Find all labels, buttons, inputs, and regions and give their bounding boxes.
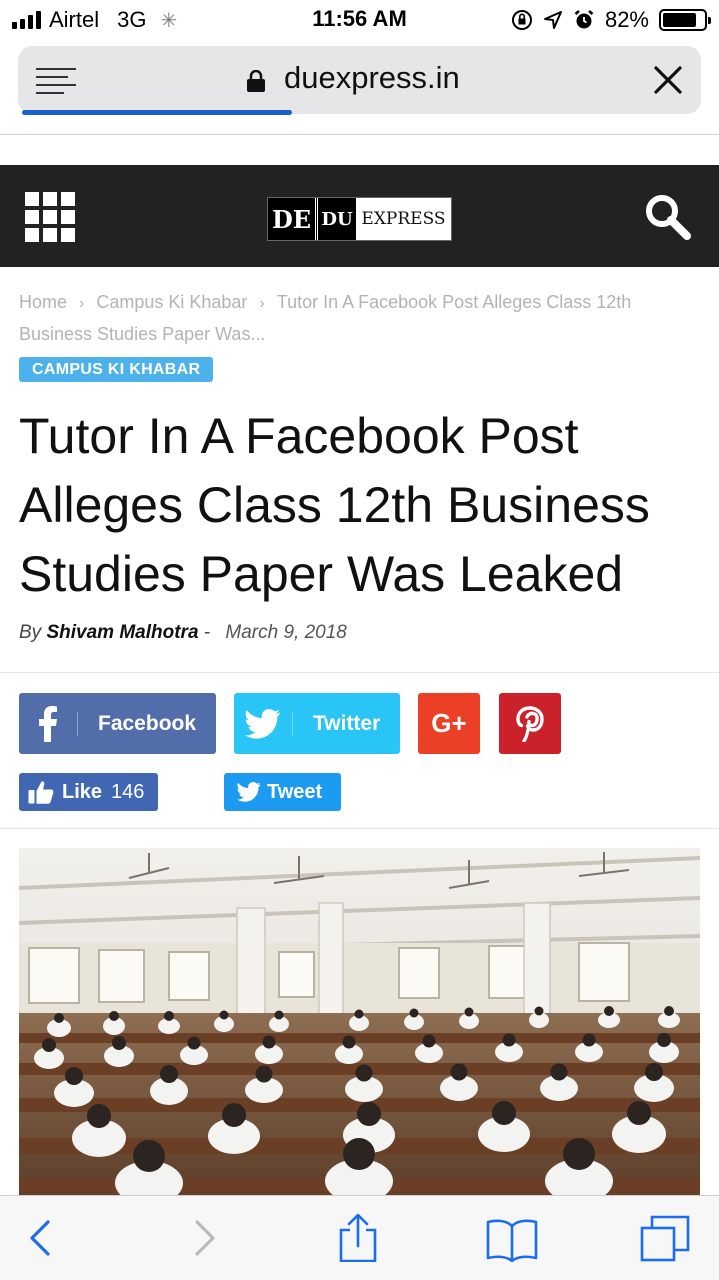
twitter-share-button[interactable]: Twitter <box>234 693 400 754</box>
breadcrumb-home[interactable]: Home <box>19 292 67 312</box>
page-load-progress <box>22 110 697 115</box>
divider <box>0 672 719 673</box>
logo-express: EXPRESS <box>356 198 451 240</box>
url-text[interactable]: duexpress.in <box>284 60 460 96</box>
article-date: March 9, 2018 <box>225 622 347 643</box>
forward-icon[interactable] <box>175 1214 231 1262</box>
tweet-button[interactable]: Tweet <box>224 773 341 811</box>
network-type: 3G <box>117 7 147 32</box>
battery-level <box>663 13 696 27</box>
site-header: DE DU EXPRESS <box>0 165 719 267</box>
breadcrumb-category[interactable]: Campus Ki Khabar <box>96 292 247 312</box>
logo-de: DE <box>268 198 318 240</box>
tabs-icon[interactable] <box>638 1214 694 1262</box>
grid-menu-icon[interactable] <box>25 192 75 242</box>
facebook-like-button[interactable]: Like 146 <box>19 773 158 811</box>
share-icon[interactable] <box>330 1214 386 1262</box>
exam-hall-photo <box>19 848 700 1195</box>
reader-menu-icon[interactable] <box>36 68 76 94</box>
button-separator <box>292 711 293 736</box>
googleplus-share-button[interactable]: G+ <box>418 693 480 754</box>
activity-spinner-icon: ✳ <box>160 9 178 32</box>
breadcrumb-separator: › <box>259 295 265 312</box>
article-byline: By Shivam Malhotra - March 9, 2018 <box>19 622 347 644</box>
battery-icon <box>659 9 711 31</box>
bookmarks-icon[interactable] <box>484 1214 540 1262</box>
location-arrow-icon <box>543 11 562 29</box>
twitter-bird-icon <box>234 693 292 754</box>
button-separator <box>77 711 78 736</box>
like-label: Like <box>62 780 103 803</box>
orientation-lock-icon <box>511 10 532 30</box>
facebook-share-label: Facebook <box>98 711 197 735</box>
article-title: Tutor In A Facebook Post Alleges Class 1… <box>19 408 650 602</box>
facebook-icon <box>19 693 77 754</box>
search-icon[interactable] <box>643 192 691 240</box>
back-icon[interactable] <box>14 1214 70 1262</box>
alarm-icon <box>574 10 594 29</box>
thumbs-up-icon <box>28 781 54 804</box>
status-left: Airtel 3G ✳ <box>12 6 177 34</box>
status-bar: Airtel 3G ✳ 11:56 AM 82% <box>0 0 719 40</box>
close-icon[interactable] <box>653 65 683 95</box>
author-link[interactable]: Shivam Malhotra <box>46 622 198 643</box>
site-logo[interactable]: DE DU EXPRESS <box>267 197 452 241</box>
lock-icon <box>247 70 265 92</box>
page-load-progress-fill <box>22 110 292 115</box>
status-right: 82% <box>511 6 711 34</box>
tweet-label: Tweet <box>267 780 323 803</box>
byline-separator: - <box>203 622 211 643</box>
pinterest-icon <box>516 705 544 742</box>
toolbar-divider <box>0 134 719 135</box>
twitter-share-label: Twitter <box>313 711 381 735</box>
pinterest-share-button[interactable] <box>499 693 561 754</box>
logo-du: DU <box>321 208 353 230</box>
like-count: 146 <box>111 780 145 803</box>
category-badge[interactable]: CAMPUS KI KHABAR <box>19 357 214 382</box>
googleplus-icon: G+ <box>431 708 467 738</box>
facebook-share-button[interactable]: Facebook <box>19 693 216 754</box>
twitter-bird-icon <box>237 782 261 802</box>
breadcrumb: Home › Campus Ki Khabar › Tutor In A Faceboo… <box>19 287 699 350</box>
article-featured-image[interactable] <box>19 848 700 1195</box>
by-label: By <box>19 622 42 643</box>
carrier-name: Airtel <box>49 7 100 32</box>
address-bar[interactable]: duexpress.in <box>18 46 701 114</box>
battery-percent: 82% <box>604 7 649 32</box>
browser-bottom-toolbar <box>0 1195 719 1280</box>
signal-strength-icon <box>12 11 41 29</box>
divider <box>0 828 719 829</box>
breadcrumb-separator: › <box>79 295 85 312</box>
